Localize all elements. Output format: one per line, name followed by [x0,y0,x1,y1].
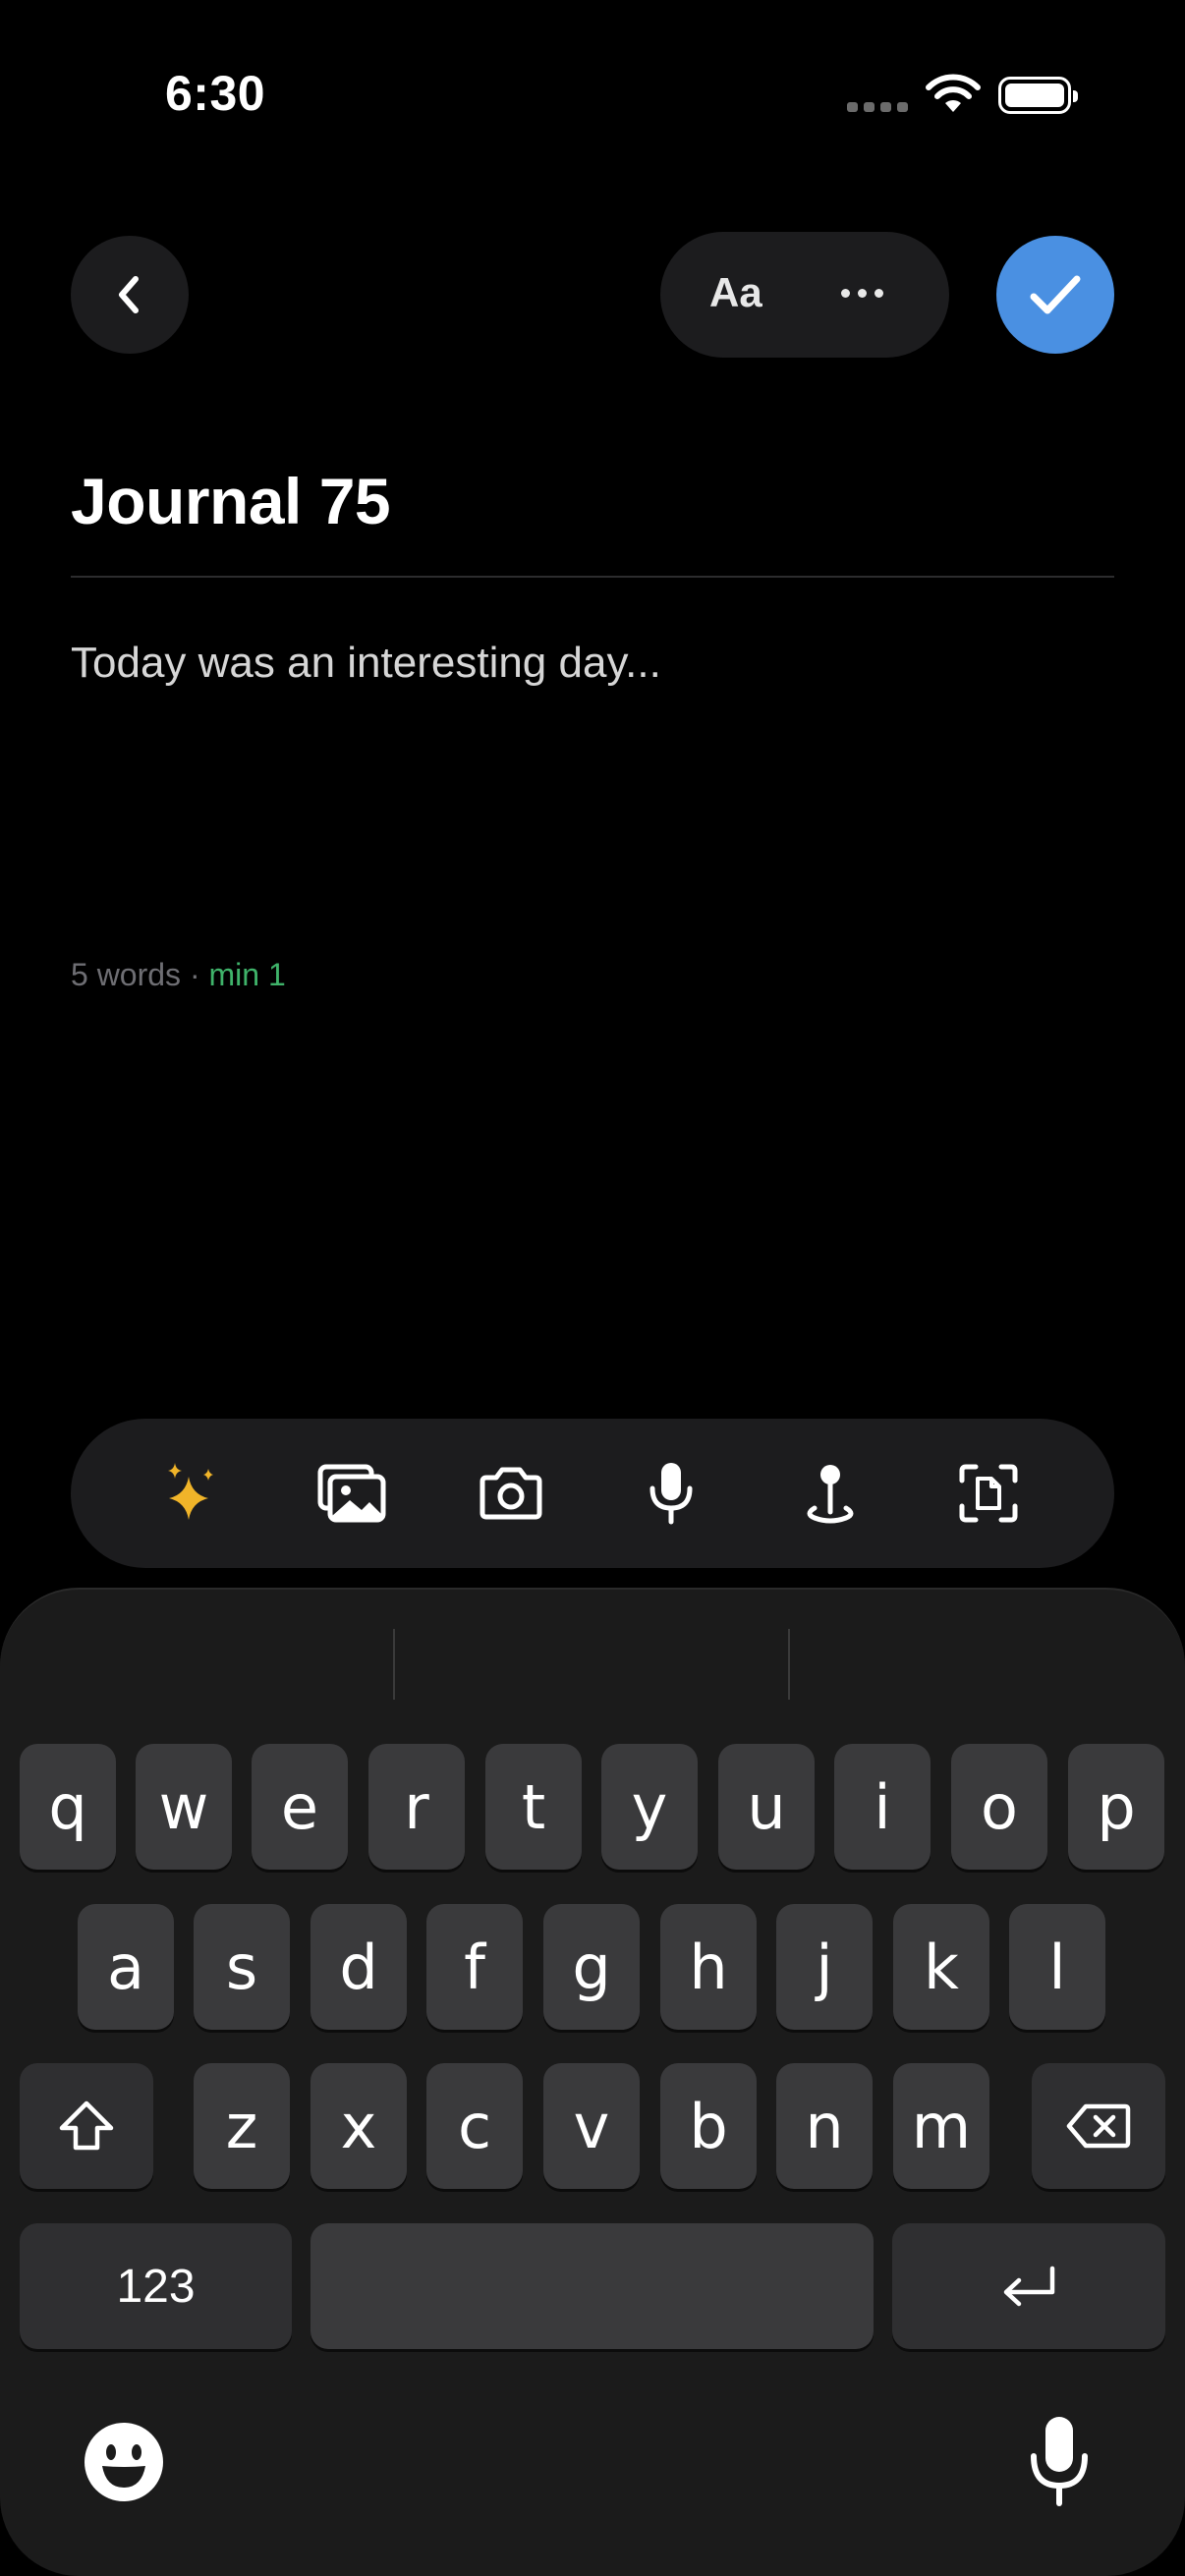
key-i[interactable]: i [834,1744,931,1870]
key-n[interactable]: n [776,2063,873,2189]
key-u[interactable]: u [718,1744,815,1870]
emoji-button[interactable] [83,2421,165,2508]
emoji-icon [85,2423,163,2501]
shift-key[interactable] [20,2063,153,2189]
word-count: 5 words · min 1 [71,957,286,993]
signal-icon [847,102,908,114]
key-b[interactable]: b [660,2063,757,2189]
key-w[interactable]: w [136,1744,232,1870]
back-button[interactable] [71,236,189,354]
keyboard: q w e r t y u i o p a s d f g h j k l z … [0,1588,1185,2576]
title-divider [71,576,1114,578]
word-count-separator: · [181,957,209,992]
key-m[interactable]: m [893,2063,989,2189]
wifi-icon [924,73,983,121]
entry-body-text[interactable]: Today was an interesting day... [71,639,661,688]
done-button[interactable] [996,236,1114,354]
ellipsis-icon [841,289,850,298]
key-l[interactable]: l [1009,1904,1105,2030]
photos-icon [317,1464,386,1523]
key-o[interactable]: o [951,1744,1047,1870]
delete-icon [1066,2103,1131,2149]
word-count-value: 5 words [71,957,182,992]
key-y[interactable]: y [601,1744,698,1870]
suggestion-divider [393,1629,395,1700]
key-v[interactable]: v [543,2063,640,2189]
microphone-icon [1031,2417,1088,2506]
key-p[interactable]: p [1068,1744,1164,1870]
attachment-toolbar [71,1419,1114,1568]
key-a[interactable]: a [78,1904,174,2030]
key-d[interactable]: d [310,1904,407,2030]
return-icon [1003,2266,1055,2307]
chevron-left-icon [119,276,139,313]
key-e[interactable]: e [252,1744,348,1870]
scan-document-icon [959,1464,1018,1523]
entry-title[interactable]: Journal 75 [71,464,391,538]
return-key[interactable] [892,2223,1165,2349]
dictation-button[interactable] [1026,2415,1093,2512]
location-button[interactable] [791,1454,870,1533]
key-f[interactable]: f [426,1904,523,2030]
battery-icon [998,77,1078,114]
more-options-button[interactable] [841,289,883,298]
voice-note-button[interactable] [632,1454,710,1533]
key-x[interactable]: x [310,2063,407,2189]
status-time: 6:30 [165,66,266,121]
format-options-pill: Aa [660,232,949,358]
key-z[interactable]: z [194,2063,290,2189]
key-k[interactable]: k [893,1904,989,2030]
text-format-button[interactable]: Aa [709,269,762,316]
key-r[interactable]: r [368,1744,465,1870]
sparkles-icon [168,1463,213,1520]
key-t[interactable]: t [485,1744,582,1870]
key-h[interactable]: h [660,1904,757,2030]
numbers-key[interactable]: 123 [20,2223,292,2349]
shift-icon [59,2100,114,2151]
microphone-icon [649,1463,693,1525]
minimum-words: min 1 [208,957,286,992]
key-g[interactable]: g [543,1904,640,2030]
checkmark-icon [1030,275,1081,314]
camera-icon [480,1467,542,1520]
key-c[interactable]: c [426,2063,523,2189]
suggestion-divider [788,1629,790,1700]
key-q[interactable]: q [20,1744,116,1870]
ai-assist-button[interactable] [153,1454,232,1533]
scan-document-button[interactable] [949,1454,1028,1533]
space-bar[interactable] [310,2223,874,2349]
delete-key[interactable] [1032,2063,1165,2189]
camera-button[interactable] [472,1454,550,1533]
key-s[interactable]: s [194,1904,290,2030]
key-j[interactable]: j [776,1904,873,2030]
location-pin-icon [807,1465,854,1524]
photo-library-button[interactable] [312,1454,391,1533]
